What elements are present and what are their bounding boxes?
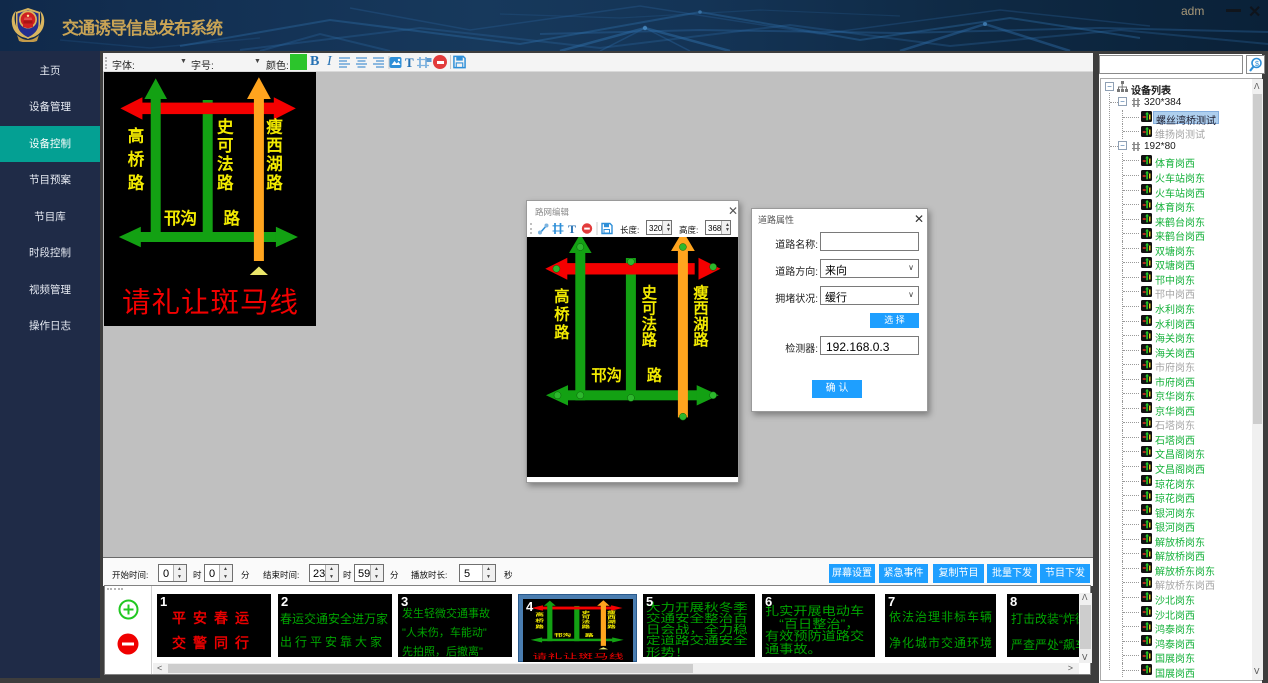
svg-text:湖: 湖 [266,155,283,174]
svg-text:西: 西 [693,301,708,318]
svg-text:可: 可 [642,301,657,318]
svg-text:湖: 湖 [693,316,708,333]
svg-text:T: T [568,222,576,235]
svg-text:路: 路 [642,331,658,349]
svg-text:可: 可 [217,137,234,155]
svg-text:邗沟: 邗沟 [164,208,197,228]
svg-text:法: 法 [642,315,657,333]
svg-text:西: 西 [607,615,616,620]
svg-text:邗沟: 邗沟 [591,367,621,385]
svg-text:高: 高 [554,288,569,306]
svg-text:路: 路 [647,367,663,385]
svg-text:路: 路 [266,172,283,192]
svg-text:路: 路 [128,173,145,193]
svg-text:T: T [405,56,414,69]
svg-text:瘦: 瘦 [693,284,709,302]
svg-text:瘦: 瘦 [266,117,283,137]
svg-text:请礼让斑马线: 请礼让斑马线 [122,287,298,319]
svg-text:请礼让斑马线: 请礼让斑马线 [532,652,624,661]
svg-text:高: 高 [128,126,145,146]
svg-text:法: 法 [217,154,234,174]
svg-text:史: 史 [642,284,658,302]
svg-text:$: $ [1255,61,1259,68]
svg-text:可: 可 [582,615,591,620]
svg-text:路: 路 [224,208,241,228]
svg-text:路: 路 [554,324,570,342]
svg-text:史: 史 [217,117,234,137]
svg-text:桥: 桥 [554,306,570,324]
svg-text:路: 路 [693,331,709,349]
svg-text:桥: 桥 [128,150,145,169]
svg-text:路: 路 [217,172,234,192]
svg-text:西: 西 [266,137,283,155]
